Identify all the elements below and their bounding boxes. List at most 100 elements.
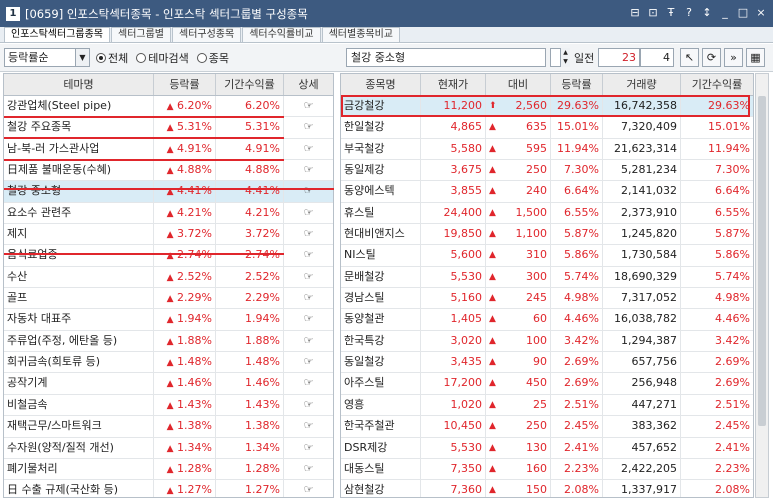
tab-sector-stock-compare[interactable]: 섹터별종목비교	[321, 27, 401, 42]
theme-row[interactable]: 음식료업종▲ 2.74%2.74%☞	[4, 245, 333, 267]
theme-search-input[interactable]: 철강 중소형	[346, 48, 546, 67]
theme-row[interactable]: 철강 주요종목 ▲ 5.31% 5.31% ☞	[4, 117, 333, 139]
refresh-button[interactable]: ⟳	[702, 48, 721, 67]
radio-theme-search[interactable]: 테마검색	[136, 50, 189, 66]
stock-row[interactable]: 아주스틸 17,200 ▲ 450 2.69% 256,948 2.69%	[341, 373, 753, 395]
detail-pointer-icon[interactable]: ☞	[284, 438, 333, 458]
theme-row[interactable]: 수산 ▲ 2.52% 2.52% ☞	[4, 266, 333, 289]
up-triangle-icon: ▲	[166, 422, 174, 433]
stock-diff-value: 160	[526, 461, 547, 475]
theme-row[interactable]: 제지 ▲ 3.72% 3.72% ☞	[4, 224, 333, 246]
next-button[interactable]: »	[724, 48, 743, 67]
radio-stock[interactable]: 종목	[196, 50, 229, 66]
detail-pointer-icon[interactable]: ☞	[284, 352, 333, 372]
col-theme-name[interactable]: 테마명	[4, 74, 154, 95]
scrollbar-thumb[interactable]	[758, 96, 766, 426]
detail-pointer-icon[interactable]: ☞	[284, 331, 333, 351]
col-stock-name[interactable]: 종목명	[341, 74, 421, 95]
tab-sector-members[interactable]: 섹터구성종목	[172, 27, 242, 42]
detail-pointer-icon[interactable]: ☞	[284, 459, 333, 479]
detail-pointer-icon[interactable]: ☞	[284, 181, 333, 201]
stock-row[interactable]: DSR제강 5,530 ▲ 130 2.41% 457,652 2.41%	[341, 437, 753, 459]
help-icon[interactable]: ?	[681, 4, 697, 21]
detail-pointer-icon[interactable]: ☞	[284, 117, 333, 137]
stock-row[interactable]: 삼현철강 7,360 ▲ 150 2.08% 1,337,917 2.08%	[341, 480, 753, 497]
minimize-button[interactable]: _	[717, 4, 733, 21]
detail-pointer-icon[interactable]: ☞	[284, 224, 333, 244]
theme-row[interactable]: 철강 중소형 ▲ 4.41% 4.41% ☞	[4, 181, 333, 203]
stock-table-scrollbar[interactable]	[755, 73, 769, 498]
pin-icon[interactable]: Ŧ	[663, 4, 679, 21]
stock-row[interactable]: 한국주철관 10,450 ▲ 250 2.45% 383,362 2.45%	[341, 416, 753, 438]
close-button[interactable]: ×	[753, 4, 769, 21]
detail-pointer-icon[interactable]: ☞	[284, 96, 333, 116]
sort-select[interactable]: 등락률순 ▼	[4, 48, 90, 67]
stock-row[interactable]: 한국특강 3,020 ▲ 100 3.42% 1,294,387 3.42%	[341, 330, 753, 353]
theme-name: 강관업체(Steel pipe)	[4, 96, 154, 117]
detail-pointer-icon[interactable]: ☞	[284, 373, 333, 393]
theme-row[interactable]: 수자원(양적/질적 개선) ▲ 1.34% 1.34% ☞	[4, 437, 333, 459]
stock-row[interactable]: 현대비앤지스 19,850 ▲ 1,100 5.87% 1,245,820 5.87%	[341, 224, 753, 246]
stock-row[interactable]: 영흥 1,020 ▲ 25 2.51% 447,271 2.51%	[341, 394, 753, 417]
detail-pointer-icon[interactable]: ☞	[284, 139, 333, 159]
col-volume[interactable]: 거래량	[603, 74, 681, 95]
col-period-return[interactable]: 기간수익률	[216, 74, 284, 95]
tab-infostock-sector-stocks[interactable]: 인포스탁섹터그룹종목	[4, 27, 110, 42]
stock-row[interactable]: 휴스틸 24,400 ▲ 1,500 6.55% 2,373,910 6.55%	[341, 202, 753, 225]
period-input[interactable]: 23	[598, 48, 640, 67]
toolbar: 등락률순 ▼ 전체 테마검색 종목 철강 중소형 1 ▲▼ 일전 23 4 ↖ …	[0, 44, 773, 72]
col-change[interactable]: 등락률	[154, 74, 216, 95]
resize-icon[interactable]: ↕	[699, 4, 715, 21]
count-input[interactable]: 4	[640, 48, 674, 67]
detail-pointer-icon[interactable]: ☞	[284, 309, 333, 329]
stock-row[interactable]: 문배철강 5,530 ▲ 300 5.74% 18,690,329 5.74%	[341, 266, 753, 289]
theme-row[interactable]: 강관업체(Steel pipe) ▲ 6.20% 6.20% ☞	[4, 96, 333, 118]
theme-row[interactable]: 희귀금속(희토류 등) ▲ 1.48% 1.48% ☞	[4, 352, 333, 374]
spin-arrows-icon[interactable]: ▲ ▼	[560, 48, 570, 67]
stock-row[interactable]: NI스틸 5,600 ▲ 310 5.86% 1,730,584 5.86%	[341, 245, 753, 267]
stock-row[interactable]: 동양철관 1,405 ▲ 60 4.46% 16,038,782 4.46%	[341, 309, 753, 331]
stock-row[interactable]: 한일철강 4,865 ▲ 635 15.01% 7,320,409 15.01%	[341, 117, 753, 139]
col-diff[interactable]: 대비	[486, 74, 551, 95]
radio-all[interactable]: 전체	[96, 50, 128, 66]
theme-row[interactable]: 재택근무/스마트워크 ▲ 1.38% 1.38% ☞	[4, 416, 333, 438]
theme-row[interactable]: 요소수 관련주 ▲ 4.21% 4.21% ☞	[4, 202, 333, 225]
theme-row[interactable]: 남-북-러 가스관사업 ▲ 4.91% 4.91% ☞	[4, 138, 333, 161]
theme-row[interactable]: 주류업(주정, 에탄올 등) ▲ 1.88% 1.88% ☞	[4, 330, 333, 353]
theme-row[interactable]: 日 수출 규제(국산화 등) ▲ 1.27% 1.27% ☞	[4, 480, 333, 497]
theme-row[interactable]: 공작기계 ▲ 1.46% 1.46% ☞	[4, 373, 333, 395]
stock-volume: 18,690,329	[603, 266, 681, 288]
stock-row[interactable]: 동양에스텍 3,855 ▲ 240 6.64% 2,141,032 6.64%	[341, 181, 753, 203]
grid-settings-button[interactable]: ▦	[746, 48, 765, 67]
detail-pointer-icon[interactable]: ☞	[284, 203, 333, 223]
col-change[interactable]: 등락률	[551, 74, 603, 95]
detail-pointer-icon[interactable]: ☞	[284, 288, 333, 308]
theme-row[interactable]: 골프 ▲ 2.29% 2.29% ☞	[4, 288, 333, 310]
cursor-icon-button[interactable]: ↖	[680, 48, 699, 67]
stock-row[interactable]: 대동스틸 7,350 ▲ 160 2.23% 2,422,205 2.23%	[341, 458, 753, 481]
theme-row[interactable]: 日제품 불매운동(수혜) ▲ 4.88% 4.88% ☞	[4, 160, 333, 182]
link-icon[interactable]: ⊟	[627, 4, 643, 21]
theme-row[interactable]: 비철금속 ▲ 1.43% 1.43% ☞	[4, 394, 333, 417]
detail-pointer-icon[interactable]: ☞	[284, 267, 333, 287]
tab-sector-return-compare[interactable]: 섹터수익률비교	[242, 27, 321, 42]
maximize-button[interactable]: □	[735, 4, 751, 21]
detail-pointer-icon[interactable]: ☞	[284, 160, 333, 180]
layout-icon[interactable]: ⊡	[645, 4, 661, 21]
chevron-down-icon[interactable]: ▼	[75, 49, 89, 66]
stock-row[interactable]: 부국철강 5,580 ▲ 595 11.94% 21,623,314 11.94%	[341, 138, 753, 161]
detail-pointer-icon[interactable]: ☞	[284, 416, 333, 436]
stock-row[interactable]: 경남스틸 5,160 ▲ 245 4.98% 7,317,052 4.98%	[341, 288, 753, 310]
stock-row[interactable]: 동일철강 3,435 ▲ 90 2.69% 657,756 2.69%	[341, 352, 753, 374]
stock-row[interactable]: 동일제강 3,675 ▲ 250 7.30% 5,281,234 7.30%	[341, 160, 753, 182]
theme-row[interactable]: 폐기물처리 ▲ 1.28% 1.28% ☞	[4, 458, 333, 481]
theme-row[interactable]: 자동차 대표주 ▲ 1.94% 1.94% ☞	[4, 309, 333, 331]
tab-sector-group[interactable]: 섹터그룹별	[111, 27, 171, 42]
detail-pointer-icon[interactable]: ☞	[284, 395, 333, 415]
col-price[interactable]: 현재가	[421, 74, 486, 95]
detail-pointer-icon[interactable]: ☞	[284, 245, 333, 265]
col-period-return[interactable]: 기간수익률	[681, 74, 753, 95]
detail-pointer-icon[interactable]: ☞	[284, 480, 333, 497]
stock-price: 5,530	[421, 437, 486, 458]
annotation-box	[341, 95, 750, 117]
